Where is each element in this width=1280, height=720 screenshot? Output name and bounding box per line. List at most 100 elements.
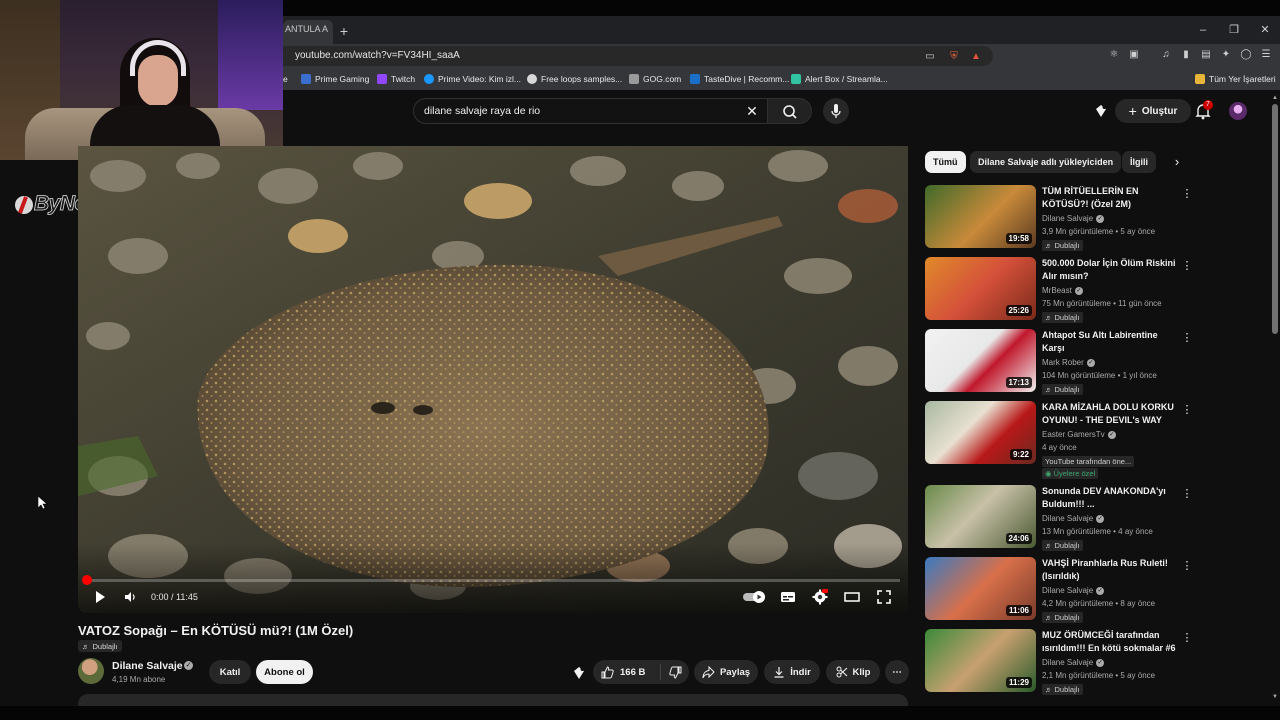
media-icon[interactable]: ♫ xyxy=(1159,48,1173,62)
bookmark-prime-video[interactable]: Prime Video: Kim izl... xyxy=(424,72,521,86)
video-thumbnail[interactable]: 17:13 xyxy=(925,329,1036,392)
chevron-right-icon[interactable]: › xyxy=(1168,153,1186,171)
scrollbar-thumb[interactable] xyxy=(1272,104,1278,334)
related-video-meta: 75 Mn görüntüleme • 11 gün önce xyxy=(1042,299,1162,308)
related-video-title[interactable]: KARA MİZAHLA DOLU KORKU OYUNU! - THE DEV… xyxy=(1042,401,1182,427)
video-thumbnail[interactable]: 11:06 xyxy=(925,557,1036,620)
bookmark-gog[interactable]: GOG.com xyxy=(629,72,681,86)
restore-icon[interactable]: ❐ xyxy=(1224,22,1244,38)
premium-diamond-icon[interactable] xyxy=(571,665,587,681)
share-button[interactable]: Paylaş xyxy=(694,660,758,684)
related-video-title[interactable]: TÜM RİTÜELLERİN EN KÖTÜSÜ?! (Özel 2M) xyxy=(1042,185,1182,211)
progress-scrubber[interactable] xyxy=(82,575,92,585)
video-player[interactable]: 0:00 / 11:45 xyxy=(78,146,908,613)
related-channel-name[interactable]: Dilane Salvaje ✓ xyxy=(1042,658,1105,667)
menu-icon[interactable]: ☰ xyxy=(1259,48,1273,62)
brave-rewards-icon[interactable]: ▲ xyxy=(969,50,983,64)
subscribe-button[interactable]: Abone ol xyxy=(256,660,313,684)
wallet-icon[interactable]: ▤ xyxy=(1199,48,1213,62)
settings-button[interactable] xyxy=(810,586,830,608)
search-button[interactable] xyxy=(768,98,812,124)
related-channel-name[interactable]: Easter GamersTv ✓ xyxy=(1042,430,1116,439)
related-channel-name[interactable]: Dilane Salvaje ✓ xyxy=(1042,214,1105,223)
scroll-down-arrow-icon[interactable]: ▼ xyxy=(1271,694,1279,702)
channel-label: Mark Rober xyxy=(1042,358,1084,367)
video-thumbnail[interactable]: 19:58 xyxy=(925,185,1036,248)
related-video-title[interactable]: Ahtapot Su Altı Labirentine Karşı xyxy=(1042,329,1182,355)
like-button[interactable]: 166 B xyxy=(601,664,661,680)
leo-ai-icon[interactable]: ✦ xyxy=(1219,48,1233,62)
mute-button[interactable] xyxy=(120,586,140,608)
related-video-card[interactable]: 11:29 MUZ ÖRÜMCEĞİ tarafından ısırıldım!… xyxy=(925,629,1195,695)
bookmark-all-bookmarks[interactable]: Tüm Yer İşaretleri xyxy=(1195,72,1276,86)
chip-related[interactable]: İlgili xyxy=(1122,151,1156,173)
cast-icon[interactable]: ▭ xyxy=(923,50,937,64)
related-channel-name[interactable]: Dilane Salvaje ✓ xyxy=(1042,514,1105,523)
bookmark-alert-box[interactable]: Alert Box / Streamla... xyxy=(791,72,888,86)
join-button[interactable]: Katıl xyxy=(209,660,251,684)
clear-search-icon[interactable]: ✕ xyxy=(743,102,761,120)
chip-from-uploader[interactable]: Dilane Salvaje adlı yükleyiciden xyxy=(970,151,1122,173)
close-icon[interactable]: ✕ xyxy=(1255,22,1275,38)
scroll-up-arrow-icon[interactable]: ▲ xyxy=(1271,95,1279,103)
video-thumbnail[interactable]: 24:06 xyxy=(925,485,1036,548)
more-vertical-icon[interactable]: ⋮ xyxy=(1181,187,1193,201)
related-video-card[interactable]: 11:06 VAHŞİ Piranhlarla Rus Ruleti! (Isı… xyxy=(925,557,1195,623)
video-thumbnail[interactable]: 11:29 xyxy=(925,629,1036,692)
more-vertical-icon[interactable]: ⋮ xyxy=(1181,259,1193,273)
extensions-icon[interactable]: ⚛ xyxy=(1107,48,1121,62)
dislike-button[interactable] xyxy=(661,666,689,679)
more-vertical-icon[interactable]: ⋮ xyxy=(1181,403,1193,417)
channel-avatar[interactable] xyxy=(78,658,104,684)
brave-shield-icon[interactable]: ⛨ xyxy=(947,50,961,64)
related-channel-name[interactable]: Dilane Salvaje ✓ xyxy=(1042,586,1105,595)
bookmark-prime-gaming[interactable]: Prime Gaming xyxy=(301,72,369,86)
create-button[interactable]: + Oluştur xyxy=(1115,99,1191,123)
related-video-card[interactable]: 25:26 500.000 Dolar İçin Ölüm Riskini Al… xyxy=(925,257,1195,323)
theater-mode-button[interactable] xyxy=(842,586,862,608)
bookmark-tastedive[interactable]: TasteDive | Recomm... xyxy=(690,72,789,86)
related-video-title[interactable]: MUZ ÖRÜMCEĞİ tarafından ısırıldım!!! En … xyxy=(1042,629,1182,655)
more-vertical-icon[interactable]: ⋮ xyxy=(1181,331,1193,345)
browser-tab[interactable]: ANTULA A xyxy=(283,20,333,44)
more-vertical-icon[interactable]: ⋮ xyxy=(1181,631,1193,645)
premium-diamond-icon[interactable] xyxy=(1093,103,1109,119)
bookmark-item[interactable]: e xyxy=(283,72,288,86)
related-video-card[interactable]: 17:13 Ahtapot Su Altı Labirentine Karşı … xyxy=(925,329,1195,395)
chip-all[interactable]: Tümü xyxy=(925,151,966,173)
subtitles-button[interactable] xyxy=(778,586,798,608)
sidebar-icon[interactable]: ▮ xyxy=(1179,48,1193,62)
related-video-card[interactable]: 19:58 TÜM RİTÜELLERİN EN KÖTÜSÜ?! (Özel … xyxy=(925,185,1195,251)
channel-name[interactable]: Dilane Salvaje xyxy=(112,660,183,672)
related-channel-name[interactable]: MrBeast ✓ xyxy=(1042,286,1083,295)
more-vertical-icon[interactable]: ⋮ xyxy=(1181,559,1193,573)
more-actions-button[interactable]: ⋯ xyxy=(885,660,909,684)
related-video-card[interactable]: 9:22 KARA MİZAHLA DOLU KORKU OYUNU! - TH… xyxy=(925,401,1195,481)
vpn-icon[interactable]: ◯ xyxy=(1239,48,1253,62)
related-video-card[interactable]: 24:06 Sonunda DEV ANAKONDA'yı Buldum!!! … xyxy=(925,485,1195,551)
related-video-title[interactable]: 500.000 Dolar İçin Ölüm Riskini Alır mıs… xyxy=(1042,257,1182,283)
account-avatar[interactable] xyxy=(1229,102,1247,120)
voice-search-button[interactable] xyxy=(823,98,849,124)
url-field[interactable]: youtube.com/watch?v=FV34HI_saaA ▭ ⛨ ▲ xyxy=(283,46,993,66)
fullscreen-button[interactable] xyxy=(874,586,894,608)
clip-button[interactable]: Klip xyxy=(826,660,880,684)
new-tab-button[interactable]: + xyxy=(335,22,353,40)
download-button[interactable]: İndir xyxy=(764,660,820,684)
progress-bar[interactable] xyxy=(86,579,900,582)
prime-gaming-icon xyxy=(301,74,311,84)
search-input[interactable]: dilane salvaje raya de rio ✕ xyxy=(413,98,768,124)
related-video-title[interactable]: Sonunda DEV ANAKONDA'yı Buldum!!! ... xyxy=(1042,485,1182,511)
volume-icon xyxy=(125,592,135,602)
bookmark-free-loops[interactable]: Free loops samples... xyxy=(527,72,622,86)
autoplay-toggle[interactable] xyxy=(742,586,768,608)
video-thumbnail[interactable]: 9:22 xyxy=(925,401,1036,464)
video-thumbnail[interactable]: 25:26 xyxy=(925,257,1036,320)
play-button[interactable] xyxy=(90,586,110,608)
bookmark-twitch[interactable]: Twitch xyxy=(377,72,415,86)
minimize-icon[interactable]: – xyxy=(1193,22,1213,38)
related-channel-name[interactable]: Mark Rober ✓ xyxy=(1042,358,1095,367)
related-video-title[interactable]: VAHŞİ Piranhlarla Rus Ruleti! (Isırıldık… xyxy=(1042,557,1182,583)
more-vertical-icon[interactable]: ⋮ xyxy=(1181,487,1193,501)
screenshot-icon[interactable]: ▣ xyxy=(1127,48,1141,62)
